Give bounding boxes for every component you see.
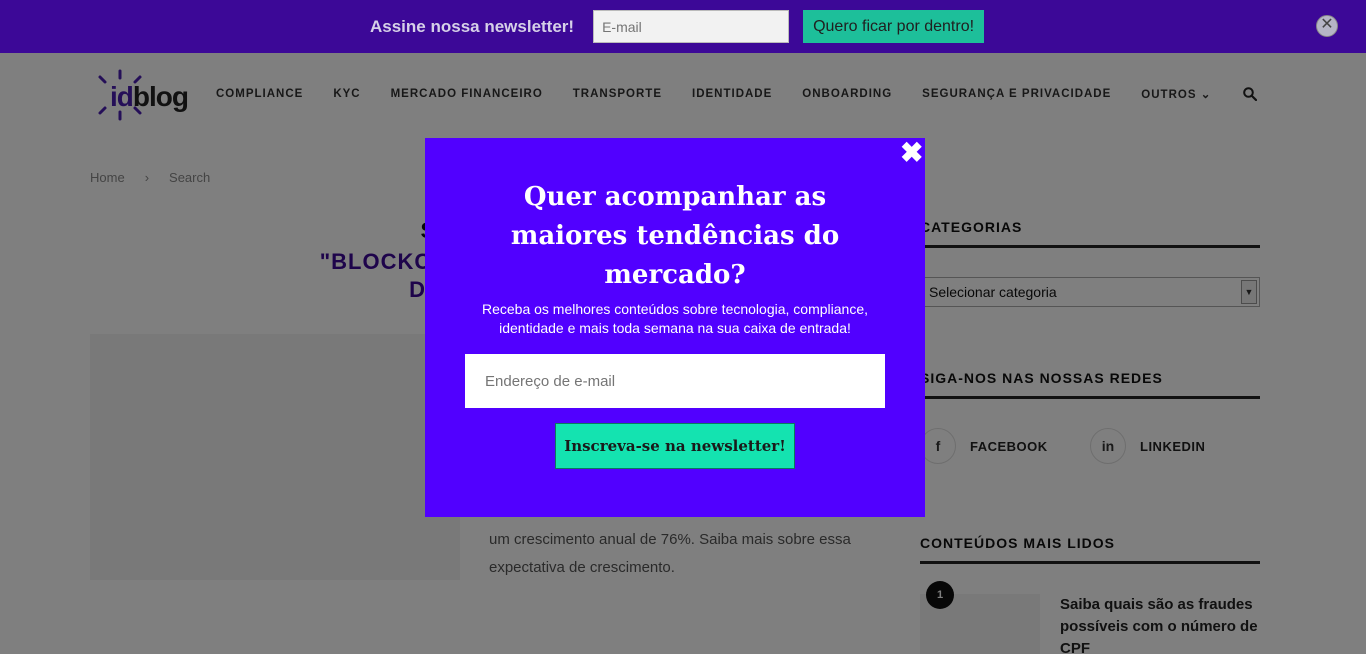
modal-email-input[interactable] [465,354,885,408]
newsletter-modal: ✖ Quer acompanhar as maiores tendências … [425,138,925,517]
newsletter-topbar: Assine nossa newsletter! Quero ficar por… [0,0,1366,53]
topbar-close-icon[interactable]: ✕ [1316,15,1338,37]
topbar-label: Assine nossa newsletter! [370,16,575,36]
topbar-subscribe-button[interactable]: Quero ficar por dentro! [803,10,985,43]
modal-subscribe-button[interactable]: Inscreva-se na newsletter! [555,423,795,469]
topbar-email-input[interactable] [593,10,790,43]
modal-title: Quer acompanhar as maiores tendências do… [510,182,840,290]
modal-subtitle: Receba os melhores conteúdos sobre tecno… [481,301,868,336]
topbar-form: Assine nossa newsletter! Quero ficar por… [370,10,985,43]
modal-close-icon[interactable]: ✖ [900,139,923,167]
